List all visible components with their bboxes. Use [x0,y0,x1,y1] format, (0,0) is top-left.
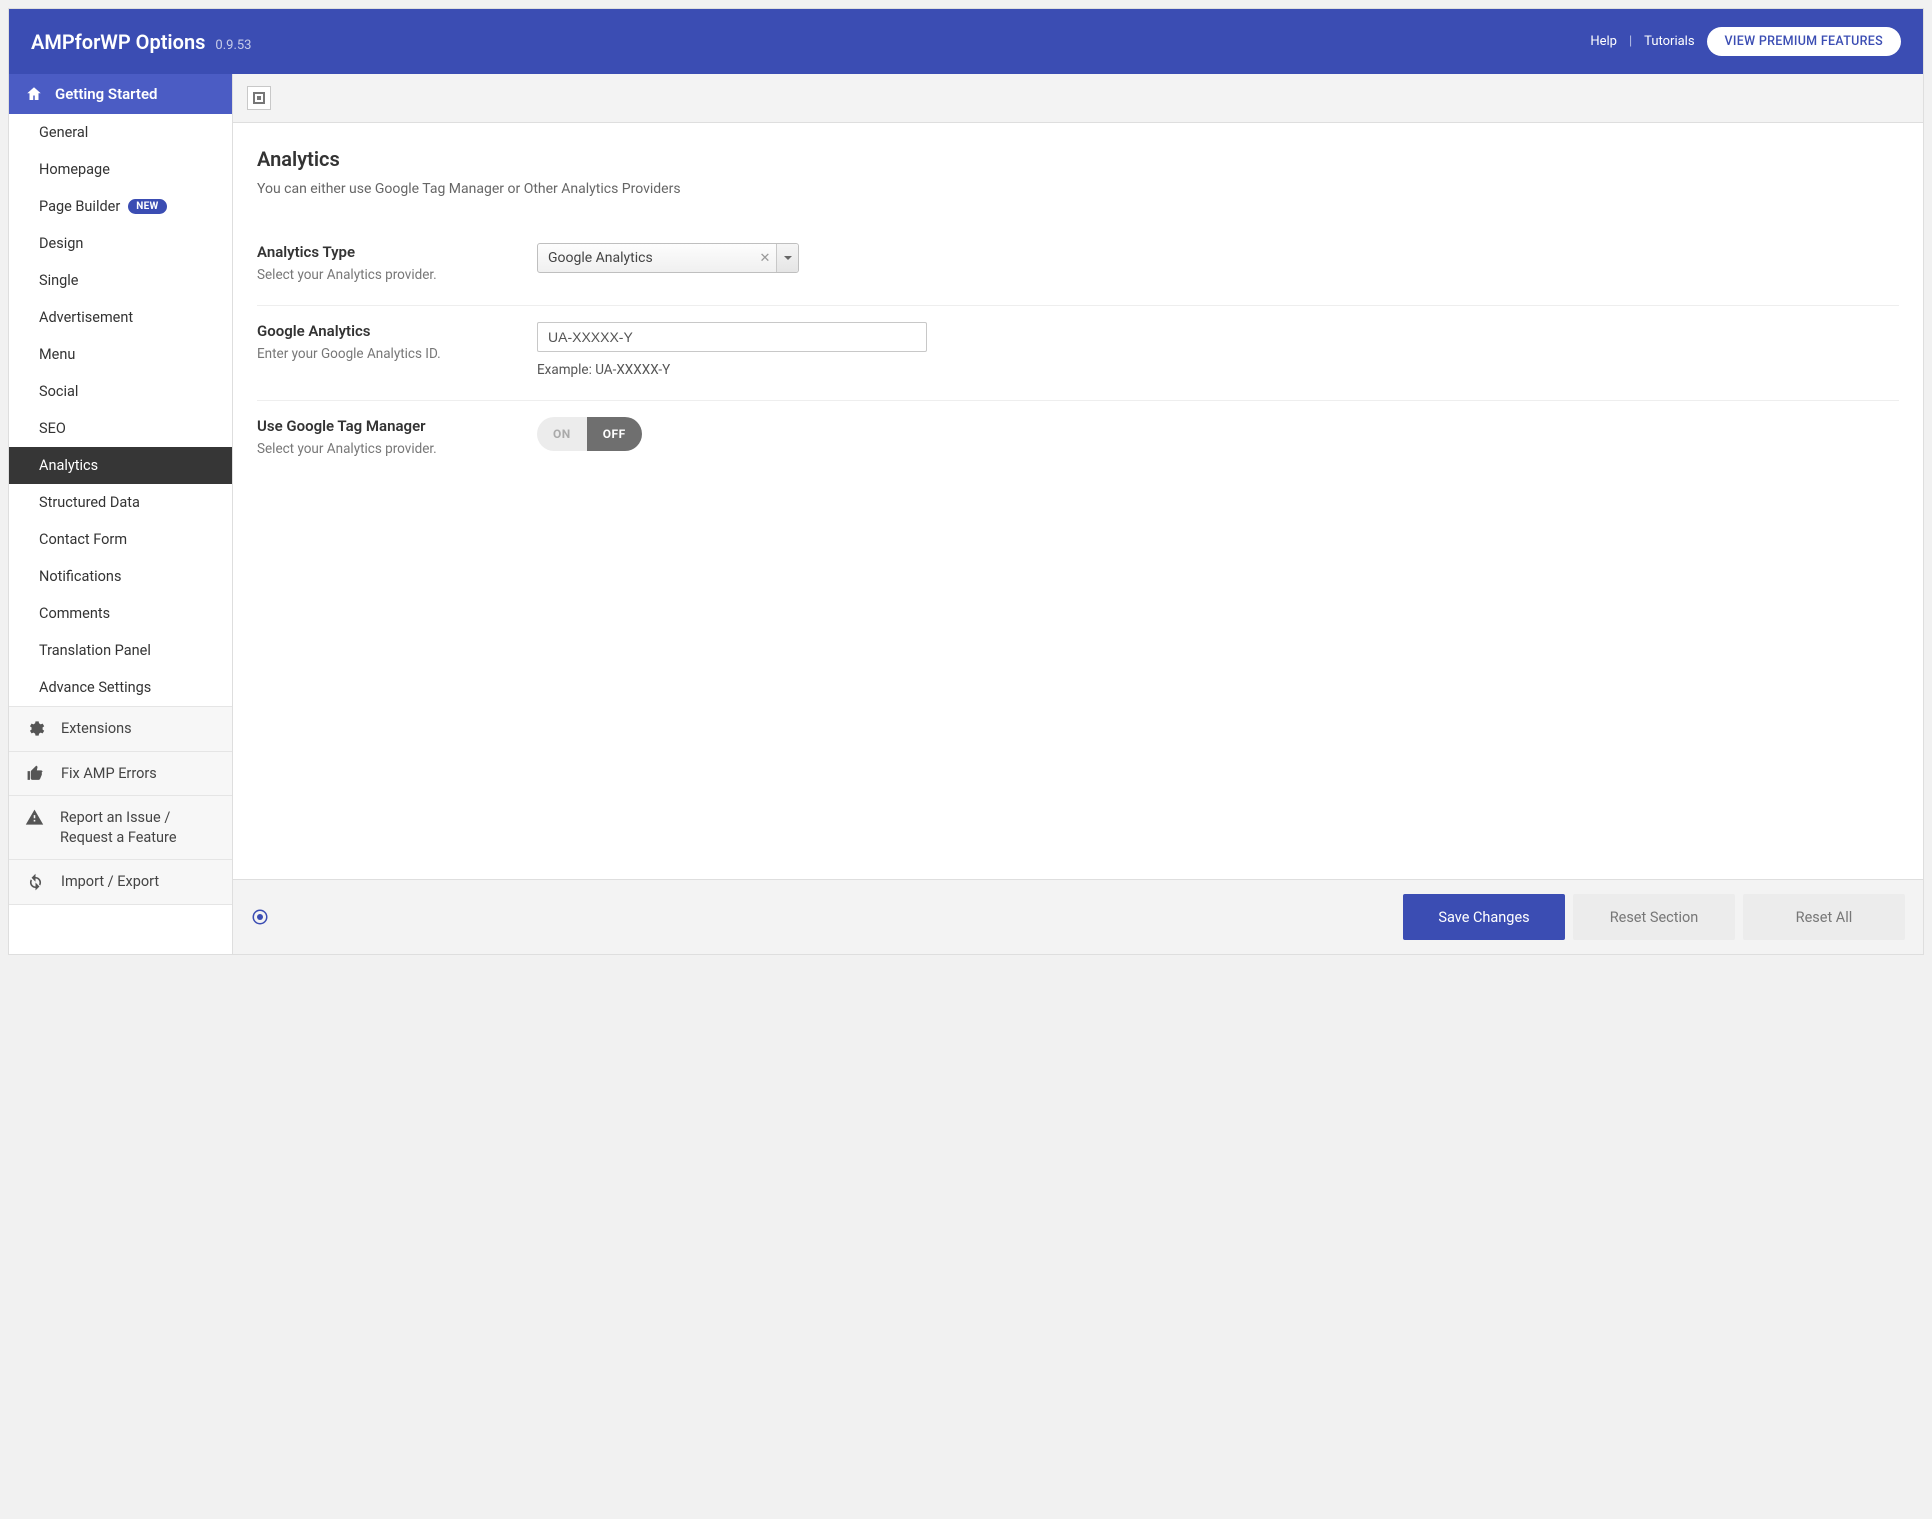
field-google-analytics: Google Analytics Enter your Google Analy… [257,306,1899,401]
gtm-toggle[interactable]: ON OFF [537,417,642,451]
analytics-type-select[interactable]: Google Analytics ✕ [537,243,799,273]
sidebar-item-advertisement[interactable]: Advertisement [9,299,232,336]
sidebar-item-label: Advertisement [39,309,133,326]
field-analytics-type: Analytics Type Select your Analytics pro… [257,227,1899,306]
help-link[interactable]: Help [1590,34,1617,49]
sidebar: Getting Started General Homepage Page Buil… [9,74,233,954]
sidebar-tool-extensions[interactable]: Extensions [9,707,232,752]
clear-icon[interactable]: ✕ [754,251,776,266]
app-title: AMPforWP Options [31,30,205,54]
gear-icon [26,719,45,738]
home-icon [25,85,43,103]
expand-toggle-button[interactable] [247,86,271,110]
sidebar-item-single[interactable]: Single [9,262,232,299]
sidebar-item-translation-panel[interactable]: Translation Panel [9,632,232,669]
sidebar-item-label: Comments [39,605,110,622]
sidebar-item-social[interactable]: Social [9,373,232,410]
thumbs-up-icon [26,764,45,783]
save-button[interactable]: Save Changes [1403,894,1565,940]
sidebar-item-label: Structured Data [39,494,140,511]
reset-section-button[interactable]: Reset Section [1573,894,1735,940]
sidebar-item-homepage[interactable]: Homepage [9,151,232,188]
sidebar-item-advance-settings[interactable]: Advance Settings [9,669,232,706]
sidebar-item-label: SEO [39,420,66,437]
credits-icon[interactable] [251,908,269,926]
section-description: You can either use Google Tag Manager or… [257,181,1899,197]
field-gtm: Use Google Tag Manager Select your Analy… [257,401,1899,479]
sidebar-item-structured-data[interactable]: Structured Data [9,484,232,521]
sidebar-item-label: Social [39,383,78,400]
refresh-icon [26,873,45,892]
sidebar-item-label: General [39,124,88,141]
sidebar-item-comments[interactable]: Comments [9,595,232,632]
sidebar-head-getting-started[interactable]: Getting Started [9,74,232,114]
expand-icon [253,92,265,104]
sidebar-item-contact-form[interactable]: Contact Form [9,521,232,558]
sidebar-item-label: Analytics [39,457,98,474]
app-version: 0.9.53 [215,38,251,53]
sidebar-item-page-builder[interactable]: Page Builder NEW [9,188,232,225]
toolbar [233,74,1923,123]
sidebar-item-design[interactable]: Design [9,225,232,262]
footer: Save Changes Reset Section Reset All [233,879,1923,954]
sidebar-item-label: Design [39,235,83,252]
new-badge: NEW [128,199,166,214]
warning-icon [25,808,44,827]
sidebar-tool-report[interactable]: Report an Issue / Request a Feature [9,796,232,860]
header: AMPforWP Options 0.9.53 Help | Tutorials… [9,9,1923,74]
sidebar-item-notifications[interactable]: Notifications [9,558,232,595]
premium-button[interactable]: VIEW PREMIUM FEATURES [1707,27,1901,56]
sidebar-item-label: Advance Settings [39,679,151,696]
sidebar-tool-fix-errors[interactable]: Fix AMP Errors [9,752,232,797]
sidebar-tool-import-export[interactable]: Import / Export [9,860,232,905]
sidebar-item-analytics[interactable]: Analytics [9,447,232,484]
sidebar-item-label: Contact Form [39,531,127,548]
sidebar-item-label: Single [39,272,79,289]
sidebar-item-label: Page Builder [39,198,120,215]
sidebar-item-seo[interactable]: SEO [9,410,232,447]
reset-all-button[interactable]: Reset All [1743,894,1905,940]
section-title: Analytics [257,147,1899,171]
toggle-on: ON [537,417,587,451]
sidebar-item-label: Translation Panel [39,642,151,659]
sidebar-item-label: Homepage [39,161,110,178]
sidebar-item-menu[interactable]: Menu [9,336,232,373]
ga-example: Example: UA-XXXXX-Y [537,362,1899,378]
ga-id-input[interactable] [537,322,927,352]
tutorials-link[interactable]: Tutorials [1644,34,1694,49]
sidebar-item-general[interactable]: General [9,114,232,151]
sidebar-item-label: Menu [39,346,75,363]
toggle-off: OFF [587,417,642,451]
sidebar-item-label: Notifications [39,568,121,585]
sidebar-head-label: Getting Started [55,85,157,103]
chevron-down-icon[interactable] [776,244,798,272]
analytics-type-value: Google Analytics [538,250,754,266]
